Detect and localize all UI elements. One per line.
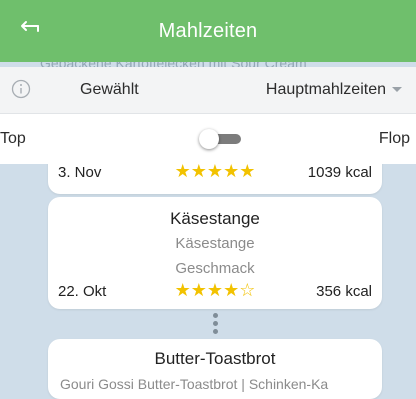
meal-category: Geschmack [175,260,255,277]
category-select[interactable]: Hauptmahlzeiten [266,67,402,113]
chevron-down-icon [392,87,402,93]
top-flop-switch[interactable] [199,129,241,149]
switch-knob [199,129,219,149]
meal-description: Gouri Gossi Butter-Toastbrot | Schinken-… [60,376,329,392]
top-flop-row: Top Flop [0,114,416,164]
filter-bar: Gewählt Hauptmahlzeiten [0,67,416,114]
info-icon[interactable] [11,79,31,99]
page-title: Mahlzeiten [158,20,258,42]
app-header: Mahlzeiten [0,0,416,62]
meal-kcal: 1039 kcal [307,164,372,181]
meal-card[interactable]: Käsestange Käsestange Geschmack 22. Okt … [48,197,382,309]
flop-label: Flop [378,130,410,147]
meal-kcal: 356 kcal [316,283,372,300]
connector-dot [213,313,218,318]
category-select-value: Hauptmahlzeiten [265,81,386,98]
meal-name: Käsestange [170,209,260,228]
top-label: Top [0,130,26,147]
timeline-connector [213,312,219,334]
meal-description: Käsestange [175,235,255,252]
connector-dot [213,329,218,334]
meal-card[interactable]: Butter-Toastbrot Gouri Gossi Butter-Toas… [48,339,382,399]
connector-dot [213,321,218,326]
meal-name: Butter-Toastbrot [154,349,276,368]
filter-label: Gewählt [80,81,139,98]
